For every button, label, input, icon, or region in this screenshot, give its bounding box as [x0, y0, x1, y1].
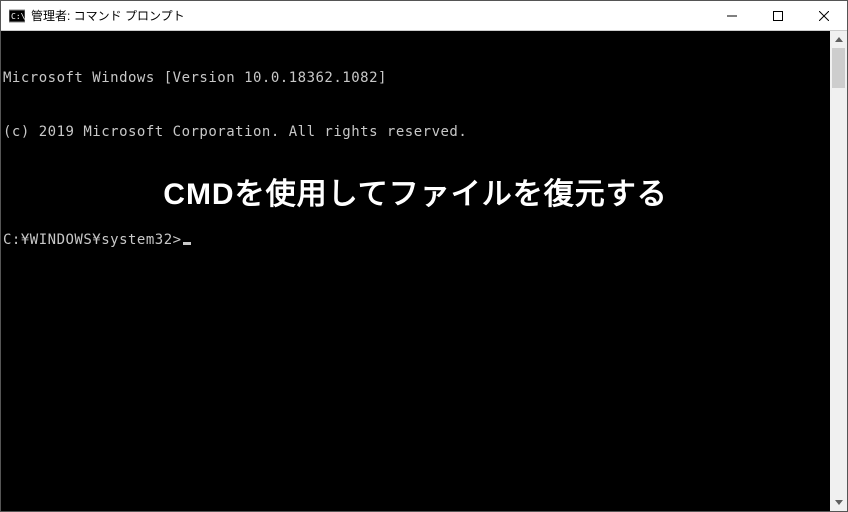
minimize-button[interactable] [709, 1, 755, 30]
scroll-down-button[interactable] [830, 494, 847, 511]
prompt-text: C:¥WINDOWS¥system32> [3, 232, 182, 248]
titlebar[interactable]: C:\ 管理者: コマンド プロンプト [1, 1, 847, 31]
console-line: (c) 2019 Microsoft Corporation. All righ… [3, 123, 828, 141]
close-button[interactable] [801, 1, 847, 30]
vertical-scrollbar[interactable] [830, 31, 847, 511]
cursor [183, 242, 191, 245]
cmd-window: C:\ 管理者: コマンド プロンプト Microsoft Windows [V… [0, 0, 848, 512]
scroll-thumb[interactable] [832, 48, 845, 88]
svg-text:C:\: C:\ [11, 12, 25, 21]
window-controls [709, 1, 847, 30]
console-output[interactable]: Microsoft Windows [Version 10.0.18362.10… [1, 31, 830, 511]
cmd-icon: C:\ [9, 8, 25, 24]
client-area: Microsoft Windows [Version 10.0.18362.10… [1, 31, 847, 511]
scroll-up-button[interactable] [830, 31, 847, 48]
scroll-track[interactable] [830, 48, 847, 494]
window-title: 管理者: コマンド プロンプト [31, 7, 709, 24]
console-line: Microsoft Windows [Version 10.0.18362.10… [3, 69, 828, 87]
console-prompt-line: C:¥WINDOWS¥system32> [3, 231, 828, 249]
maximize-button[interactable] [755, 1, 801, 30]
console-line [3, 177, 828, 195]
